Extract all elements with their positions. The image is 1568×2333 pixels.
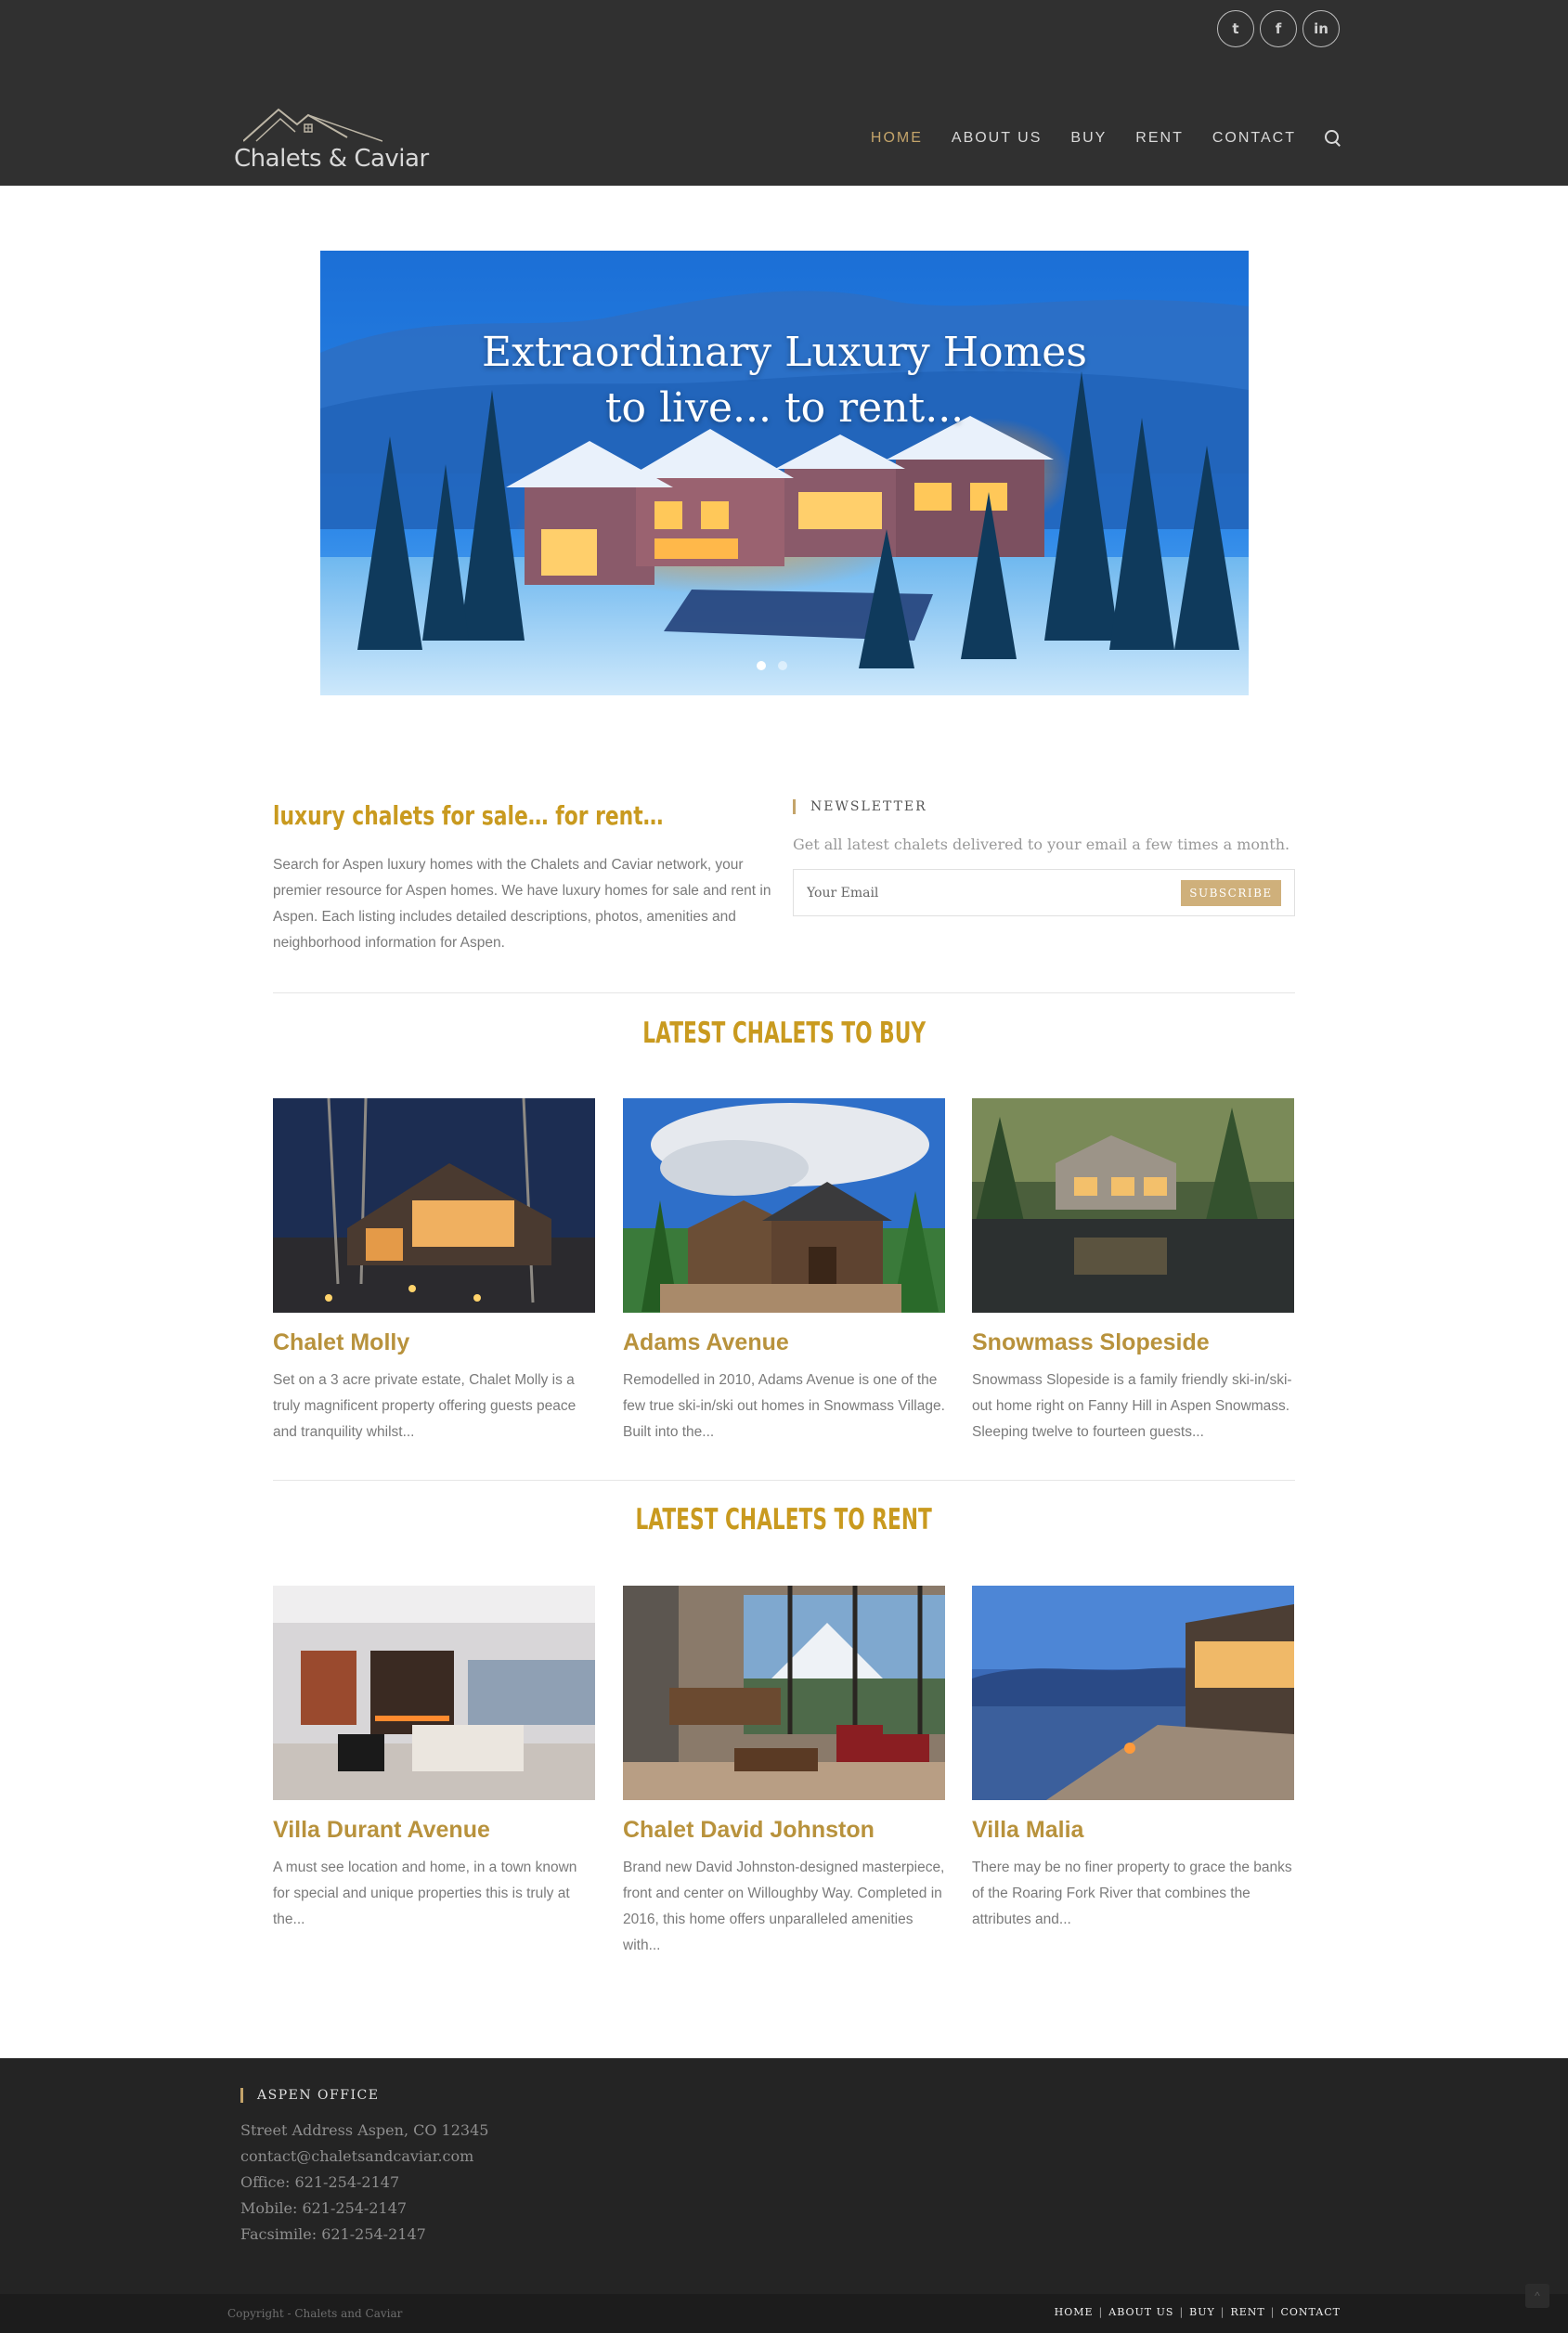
footer-nav-home[interactable]: HOME [1055,2306,1094,2318]
newsletter-form: SUBSCRIBE [793,869,1295,916]
hero-title: Extraordinary Luxury Homes to live... to… [320,325,1249,436]
listing-name[interactable]: Snowmass Slopeside [972,1329,1294,1356]
listing-card[interactable]: Chalet David Johnston Brand new David Jo… [623,1586,945,1959]
buy-section-title: LATEST CHALETS TO BUY [273,1017,1295,1050]
listing-image[interactable] [972,1098,1294,1313]
intro-title: luxury chalets for sale… for rent… [273,800,664,831]
listing-card[interactable]: Adams Avenue Remodelled in 2010, Adams A… [623,1098,945,1445]
footer-nav: HOME | ABOUT US | BUY | RENT | CONTACT [1054,2306,1341,2318]
site-header: t f in Chalets & Caviar Home About us Bu… [0,0,1568,186]
listing-image[interactable] [273,1586,595,1800]
newsletter-label: NEWSLETTER [793,799,927,814]
footer-email[interactable]: contact@chaletsandcaviar.com [240,2144,488,2170]
subscribe-button[interactable]: SUBSCRIBE [1181,880,1281,906]
divider [273,1480,1295,1481]
slider-dot-2[interactable] [778,661,787,670]
hero-slider[interactable]: Extraordinary Luxury Homes to live... to… [320,251,1249,695]
listing-image[interactable] [623,1586,945,1800]
listing-desc: Set on a 3 acre private estate, Chalet M… [273,1372,577,1440]
footer-mobile-phone: Mobile: 621-254-2147 [240,2199,408,2217]
footer-bottom-bar: Copyright - Chalets and Caviar HOME | ABO… [0,2294,1568,2333]
footer-nav-rent[interactable]: RENT [1231,2306,1265,2318]
buy-section-title-text: LATEST CHALETS TO BUY [642,1017,926,1050]
site-footer: ASPEN OFFICE Street Address Aspen, CO 12… [0,2058,1568,2294]
scroll-to-top-icon[interactable]: ^ [1525,2284,1549,2308]
roof-logo-icon [243,108,382,142]
rent-section-title-text: LATEST CHALETS TO RENT [635,1503,933,1536]
listing-name[interactable]: Chalet Molly [273,1329,595,1356]
nav-buy[interactable]: Buy [1070,130,1107,147]
email-field[interactable] [807,883,1160,903]
hero-title-line-1: Extraordinary Luxury Homes [482,329,1087,376]
copyright: Copyright - Chalets and Caviar [227,2307,403,2320]
logo-text: Chalets & Caviar [234,145,429,173]
rent-section-title: LATEST CHALETS TO RENT [273,1503,1295,1536]
listing-card[interactable]: Snowmass Slopeside Snowmass Slopeside is… [972,1098,1294,1445]
footer-fax: Facsimile: 621-254-2147 [240,2225,426,2243]
listing-card[interactable]: Villa Durant Avenue A must see location … [273,1586,595,1933]
nav-home[interactable]: Home [871,130,923,147]
chalet-photo [273,1098,595,1313]
nav-rent[interactable]: Rent [1135,130,1184,147]
chalet-photo [623,1098,945,1313]
newsletter-subtitle: Get all latest chalets delivered to your… [793,836,1290,853]
footer-office-label: ASPEN OFFICE [240,2088,379,2103]
site-logo[interactable]: Chalets & Caviar [232,104,429,178]
chalet-photo [972,1586,1294,1800]
footer-nav-buy[interactable]: BUY [1189,2306,1215,2318]
listing-image[interactable] [972,1586,1294,1800]
search-icon[interactable] [1325,130,1341,147]
listing-desc: There may be no finer property to grace … [972,1860,1292,1927]
footer-contact-info: Street Address Aspen, CO 12345 contact@c… [240,2118,488,2248]
social-links: t f in [1217,10,1340,47]
chalet-photo [273,1586,595,1800]
slider-dot-1[interactable] [757,661,766,670]
listing-desc: Snowmass Slopeside is a family friendly … [972,1372,1292,1440]
footer-nav-about-us[interactable]: ABOUT US [1108,2306,1173,2318]
footer-office-phone: Office: 621-254-2147 [240,2173,400,2191]
listing-name[interactable]: Villa Malia [972,1817,1294,1844]
listing-name[interactable]: Chalet David Johnston [623,1817,945,1844]
nav-contact[interactable]: Contact [1212,130,1296,147]
intro-text: Search for Aspen luxury homes with the C… [273,857,771,951]
listing-name[interactable]: Villa Durant Avenue [273,1817,595,1844]
footer-address: Street Address Aspen, CO 12345 [240,2121,489,2139]
chalet-photo [972,1098,1294,1313]
nav-about-us[interactable]: About us [952,130,1043,147]
listing-card[interactable]: Chalet Molly Set on a 3 acre private est… [273,1098,595,1445]
slider-dots [757,661,787,670]
listing-desc: A must see location and home, in a town … [273,1860,577,1927]
chalet-photo [623,1586,945,1800]
divider [273,992,1295,993]
twitter-icon[interactable]: t [1217,10,1254,47]
hero-title-line-2: to live... to rent... [604,384,965,432]
main-nav: Home About us Buy Rent Contact [842,130,1341,147]
listing-image[interactable] [623,1098,945,1313]
listing-desc: Brand new David Johnston-designed master… [623,1860,945,1953]
listing-desc: Remodelled in 2010, Adams Avenue is one … [623,1372,945,1440]
listing-card[interactable]: Villa Malia There may be no finer proper… [972,1586,1294,1933]
footer-nav-contact[interactable]: CONTACT [1281,2306,1341,2318]
facebook-icon[interactable]: f [1260,10,1297,47]
linkedin-icon[interactable]: in [1302,10,1340,47]
listing-image[interactable] [273,1098,595,1313]
hero-image [320,251,1249,695]
listing-name[interactable]: Adams Avenue [623,1329,945,1356]
